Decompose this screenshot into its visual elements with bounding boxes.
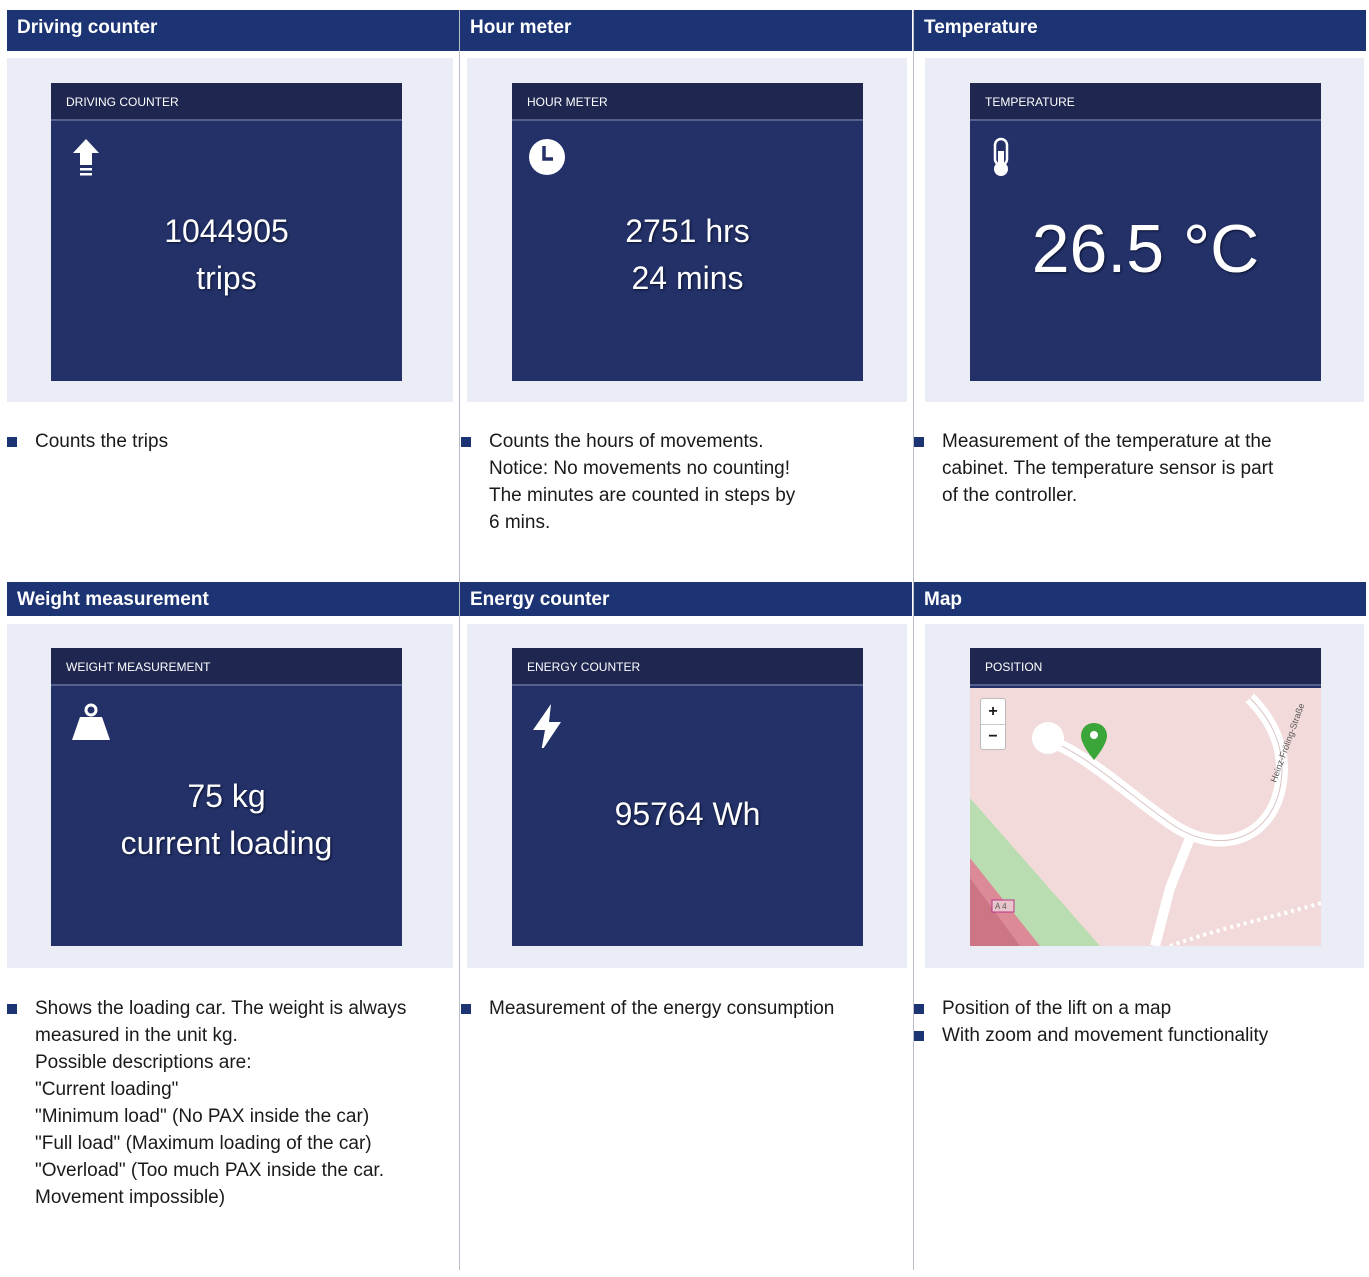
column-divider bbox=[459, 10, 460, 1270]
temperature-tile: TEMPERATURE 26.5 °C bbox=[970, 83, 1321, 381]
tile-title: WEIGHT MEASUREMENT bbox=[51, 648, 402, 686]
arrow-up-icon bbox=[73, 139, 99, 176]
highway-label: A 4 bbox=[995, 902, 1007, 911]
clock-icon bbox=[529, 139, 565, 175]
weight-measurement-tile: WEIGHT MEASUREMENT 75 kg current loading bbox=[51, 648, 402, 946]
list-item: Shows the loading car. The weight is alw… bbox=[7, 995, 457, 1211]
zoom-control: + − bbox=[980, 698, 1006, 750]
weight-status: current loading bbox=[120, 825, 333, 861]
section-header-energy-counter: Energy counter bbox=[460, 582, 912, 616]
tile-title: POSITION bbox=[970, 648, 1321, 686]
energy-value: 95764 Wh bbox=[614, 796, 761, 832]
trip-count-unit: trips bbox=[196, 260, 257, 296]
description-energy-counter: Measurement of the energy consumption bbox=[461, 995, 901, 1022]
zoom-in-button[interactable]: + bbox=[981, 699, 1005, 725]
position-map-tile: POSITION Heinz-Fröling-Straße A 4 + − bbox=[970, 648, 1321, 946]
minutes-value: 24 mins bbox=[631, 260, 744, 296]
section-header-driving-counter: Driving counter bbox=[7, 10, 459, 51]
list-item: Counts the hours of movements. Notice: N… bbox=[461, 428, 901, 536]
description-map: Position of the lift on a map With zoom … bbox=[914, 995, 1354, 1049]
weight-icon bbox=[72, 703, 110, 740]
tile-title: DRIVING COUNTER bbox=[51, 83, 402, 121]
list-item: Measurement of the temperature at the ca… bbox=[914, 428, 1354, 509]
trip-count-value: 1044905 bbox=[164, 213, 289, 249]
lightning-icon bbox=[533, 704, 561, 748]
tile-title: ENERGY COUNTER bbox=[512, 648, 863, 686]
list-item: Counts the trips bbox=[7, 428, 447, 455]
thermometer-icon bbox=[993, 137, 1009, 176]
column-divider bbox=[913, 10, 914, 1270]
description-hour-meter: Counts the hours of movements. Notice: N… bbox=[461, 428, 901, 536]
tile-title: TEMPERATURE bbox=[970, 83, 1321, 121]
tile-title: HOUR METER bbox=[512, 83, 863, 121]
map-canvas[interactable]: Heinz-Fröling-Straße A 4 bbox=[970, 688, 1321, 946]
map-view[interactable]: Heinz-Fröling-Straße A 4 + − bbox=[970, 688, 1321, 946]
hour-meter-tile: HOUR METER 2751 hrs 24 mins bbox=[512, 83, 863, 381]
driving-counter-tile: DRIVING COUNTER 1044905 trips bbox=[51, 83, 402, 381]
list-item: Position of the lift on a map bbox=[914, 995, 1354, 1022]
weight-value: 75 kg bbox=[187, 778, 266, 814]
section-header-map: Map bbox=[914, 582, 1366, 616]
hours-value: 2751 hrs bbox=[625, 213, 750, 249]
section-header-temperature: Temperature bbox=[914, 10, 1366, 51]
description-driving-counter: Counts the trips bbox=[7, 428, 447, 455]
section-header-hour-meter: Hour meter bbox=[460, 10, 912, 51]
temperature-value: 26.5 °C bbox=[1031, 211, 1260, 287]
section-header-weight-measurement: Weight measurement bbox=[7, 582, 459, 616]
energy-counter-tile: ENERGY COUNTER 95764 Wh bbox=[512, 648, 863, 946]
zoom-out-button[interactable]: − bbox=[981, 725, 1005, 749]
description-weight-measurement: Shows the loading car. The weight is alw… bbox=[7, 995, 457, 1211]
description-temperature: Measurement of the temperature at the ca… bbox=[914, 428, 1354, 509]
list-item: With zoom and movement functionality bbox=[914, 1022, 1354, 1049]
list-item: Measurement of the energy consumption bbox=[461, 995, 901, 1022]
